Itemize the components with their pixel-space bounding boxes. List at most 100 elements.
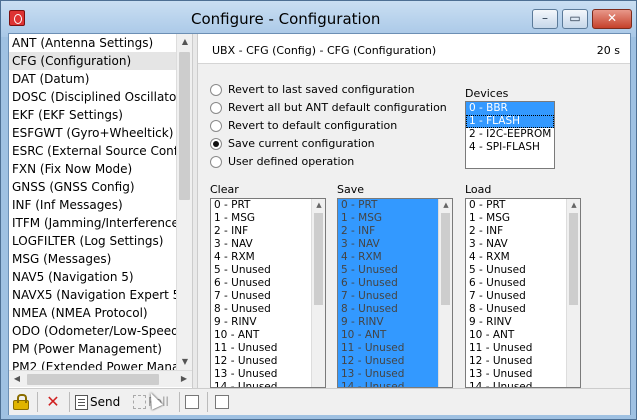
load-listbox[interactable]: 0 - PRT 1 - MSG 2 - INF 3 - NAV 4 - RXM 5 - U…: [465, 198, 581, 388]
section-item[interactable]: 1 - MSG: [466, 212, 580, 225]
section-item[interactable]: 11 - Unused: [338, 342, 452, 355]
section-item[interactable]: 4 - RXM: [338, 251, 452, 264]
section-item[interactable]: 8 - Unused: [211, 303, 325, 316]
message-list-item[interactable]: CFG (Configuration): [9, 52, 192, 70]
section-item[interactable]: 0 - PRT: [338, 199, 452, 212]
section-item[interactable]: 5 - Unused: [211, 264, 325, 277]
section-item[interactable]: 6 - Unused: [466, 277, 580, 290]
section-item[interactable]: 7 - Unused: [211, 290, 325, 303]
section-item[interactable]: 13 - Unused: [211, 368, 325, 381]
section-item[interactable]: 8 - Unused: [466, 303, 580, 316]
close-button[interactable]: ✕: [592, 9, 632, 29]
section-item[interactable]: 12 - Unused: [466, 355, 580, 368]
message-list-item[interactable]: PM (Power Management): [9, 340, 192, 358]
section-item[interactable]: 4 - RXM: [466, 251, 580, 264]
section-item[interactable]: 13 - Unused: [338, 368, 452, 381]
message-list-item[interactable]: ODO (Odometer/Low-Speed C: [9, 322, 192, 340]
radio-button[interactable]: [210, 156, 222, 168]
scroll-thumb[interactable]: [569, 213, 578, 305]
section-item[interactable]: 2 - INF: [466, 225, 580, 238]
scroll-up-arrow-icon[interactable]: ▲: [439, 199, 452, 212]
clear-listbox[interactable]: 0 - PRT 1 - MSG 2 - INF 3 - NAV 4 - RXM 5 - U…: [210, 198, 326, 388]
section-item[interactable]: 2 - INF: [211, 225, 325, 238]
section-item[interactable]: 5 - Unused: [338, 264, 452, 277]
scroll-up-arrow-icon[interactable]: ▲: [177, 34, 193, 50]
scroll-up-arrow-icon[interactable]: ▲: [312, 199, 325, 212]
message-list-item[interactable]: LOGFILTER (Log Settings): [9, 232, 192, 250]
message-list-vscrollbar[interactable]: ▲ ▼: [176, 34, 192, 370]
message-list-item[interactable]: ESRC (External Source Config): [9, 142, 192, 160]
message-list-item[interactable]: DAT (Datum): [9, 70, 192, 88]
section-item[interactable]: 12 - Unused: [338, 355, 452, 368]
radio-button[interactable]: [210, 84, 222, 96]
scroll-left-arrow-icon[interactable]: ◀: [9, 371, 25, 387]
section-item[interactable]: 6 - Unused: [211, 277, 325, 290]
radio-button[interactable]: [210, 102, 222, 114]
section-item[interactable]: 14 - Unused: [211, 381, 325, 387]
radio-button[interactable]: [210, 120, 222, 132]
send-button[interactable]: Send: [75, 391, 120, 413]
message-list-item[interactable]: GNSS (GNSS Config): [9, 178, 192, 196]
maximize-button[interactable]: ▭: [562, 9, 588, 29]
magic-button[interactable]: [185, 391, 201, 413]
radio-button[interactable]: [210, 138, 222, 150]
section-item[interactable]: 10 - ANT: [466, 329, 580, 342]
section-item[interactable]: 4 - RXM: [211, 251, 325, 264]
message-list-item[interactable]: MSG (Messages): [9, 250, 192, 268]
save-listbox[interactable]: 0 - PRT 1 - MSG 2 - INF 3 - NAV 4 - RXM 5 - U…: [337, 198, 453, 388]
message-list-item[interactable]: EKF (EKF Settings): [9, 106, 192, 124]
section-item[interactable]: 5 - Unused: [466, 264, 580, 277]
section-item[interactable]: 10 - ANT: [338, 329, 452, 342]
device-item[interactable]: 1 - FLASH: [466, 115, 554, 128]
section-item[interactable]: 1 - MSG: [211, 212, 325, 225]
section-item[interactable]: 3 - NAV: [466, 238, 580, 251]
device-item[interactable]: 0 - BBR: [466, 102, 554, 115]
title-bar[interactable]: Configure - Configuration – ▭ ✕: [1, 1, 636, 37]
message-list-item[interactable]: ITFM (Jamming/Interference M: [9, 214, 192, 232]
message-list-item[interactable]: ESFGWT (Gyro+Wheeltick): [9, 124, 192, 142]
lock-button[interactable]: [13, 391, 31, 413]
cancel-button[interactable]: ✕: [45, 391, 63, 413]
section-item[interactable]: 7 - Unused: [338, 290, 452, 303]
minimize-button[interactable]: –: [532, 9, 558, 29]
section-item[interactable]: 0 - PRT: [211, 199, 325, 212]
scroll-down-arrow-icon[interactable]: ▼: [177, 354, 193, 370]
scroll-thumb[interactable]: [441, 213, 450, 305]
message-list-item[interactable]: PM2 (Extended Power Managem: [9, 358, 192, 370]
scroll-thumb[interactable]: [314, 213, 323, 305]
section-item[interactable]: 14 - Unused: [466, 381, 580, 387]
message-list-item[interactable]: ANT (Antenna Settings): [9, 34, 192, 52]
message-list-item[interactable]: INF (Inf Messages): [9, 196, 192, 214]
section-item[interactable]: 7 - Unused: [466, 290, 580, 303]
copy-button[interactable]: [215, 391, 231, 413]
section-item[interactable]: 3 - NAV: [211, 238, 325, 251]
section-item[interactable]: 13 - Unused: [466, 368, 580, 381]
message-list-item[interactable]: NMEA (NMEA Protocol): [9, 304, 192, 322]
message-list-hscrollbar[interactable]: ◀ ▶: [9, 370, 192, 387]
section-item[interactable]: 6 - Unused: [338, 277, 452, 290]
listbox-scrollbar[interactable]: ▲: [438, 199, 452, 387]
section-item[interactable]: 12 - Unused: [211, 355, 325, 368]
listbox-scrollbar[interactable]: ▲: [566, 199, 580, 387]
app-icon[interactable]: [9, 10, 25, 26]
message-list-item[interactable]: NAVX5 (Navigation Expert 5): [9, 286, 192, 304]
section-item[interactable]: 9 - RINV: [466, 316, 580, 329]
scroll-thumb[interactable]: [179, 52, 190, 200]
section-item[interactable]: 9 - RINV: [211, 316, 325, 329]
section-item[interactable]: 1 - MSG: [338, 212, 452, 225]
section-item[interactable]: 2 - INF: [338, 225, 452, 238]
message-list-item[interactable]: DOSC (Disciplined Oscillator): [9, 88, 192, 106]
listbox-scrollbar[interactable]: ▲: [311, 199, 325, 387]
scroll-right-arrow-icon[interactable]: ▶: [176, 371, 192, 387]
device-item[interactable]: 4 - SPI-FLASH: [466, 141, 554, 154]
message-list-item[interactable]: NAV5 (Navigation 5): [9, 268, 192, 286]
section-item[interactable]: 11 - Unused: [211, 342, 325, 355]
section-item[interactable]: 14 - Unused: [338, 381, 452, 387]
device-item[interactable]: 2 - I2C-EEPROM: [466, 128, 554, 141]
hscroll-thumb[interactable]: [27, 374, 159, 385]
section-item[interactable]: 8 - Unused: [338, 303, 452, 316]
section-item[interactable]: 10 - ANT: [211, 329, 325, 342]
section-item[interactable]: 3 - NAV: [338, 238, 452, 251]
section-item[interactable]: 9 - RINV: [338, 316, 452, 329]
message-list-item[interactable]: FXN (Fix Now Mode): [9, 160, 192, 178]
